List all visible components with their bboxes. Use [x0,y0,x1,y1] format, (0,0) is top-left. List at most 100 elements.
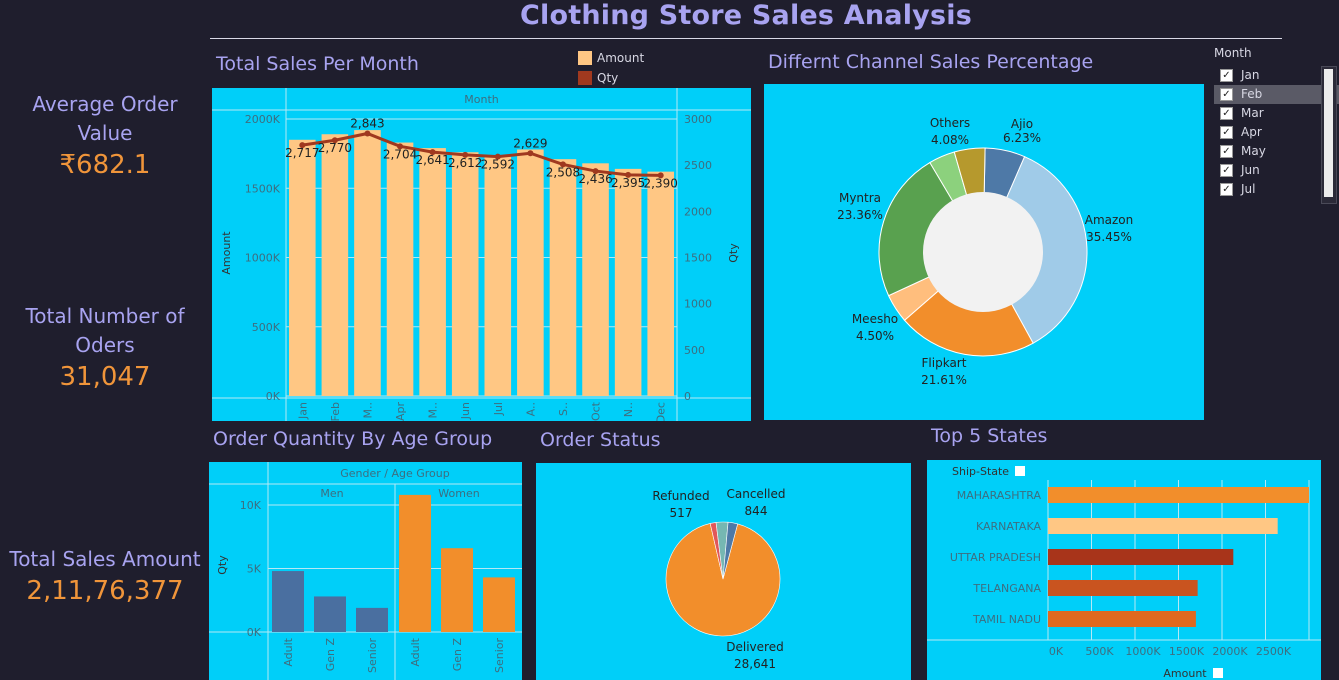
status-slice-value: 844 [745,504,768,518]
state-label: TAMIL NADU [972,613,1041,626]
title-divider [210,38,1282,39]
legend-amount-swatch [578,51,592,65]
status-title: Order Status [540,429,661,451]
age-bar [441,548,473,632]
checkbox[interactable]: ✓ [1220,164,1233,177]
channel-slice-pct: 4.08% [931,133,969,147]
qty-data-label: 2,612 [448,156,482,170]
age-x-tick-label: Adult [282,637,295,666]
month-filter-label: Jul [1241,182,1256,196]
channel-slice-pct: 21.61% [921,373,967,387]
state-bar [1048,549,1234,565]
age-x-tick-label: Senior [366,638,379,674]
age-bar [483,577,515,632]
sort-icon [1213,668,1223,678]
top-states-chart: Ship-State 0K 500K 1000K 1500K 2000K 2500K MAHA… [927,460,1321,680]
channel-slice-label: Flipkart [922,356,967,370]
dashboard-title: Clothing Store Sales Analysis [520,0,972,31]
age-x-tick-label: Gen Z [324,638,337,672]
x-tick-label: S.. [557,402,570,416]
checkbox[interactable]: ✓ [1220,126,1233,139]
age-y-tick-label: 10K [240,499,262,512]
donut-hole [923,192,1043,312]
month-filter-label: Jan [1241,68,1260,82]
qty-point [527,150,534,157]
sort-icon [1015,466,1025,476]
age-x-tick-label: Adult [409,637,422,666]
channel-slice-label: Myntra [839,191,881,205]
age-x-tick-label: Senior [493,638,506,674]
checkbox[interactable]: ✓ [1220,183,1233,196]
channel-slice-pct: 35.45% [1086,230,1132,244]
amount-bar [517,149,544,396]
status-slice-label: Cancelled [727,487,786,501]
month-filter-label: Jun [1241,163,1260,177]
channel-slice-pct: 6.23% [1003,131,1041,145]
age-header: Gender / Age Group [340,467,450,480]
filter-scrollbar[interactable] [1321,66,1337,204]
age-y-tick-label: 0K [247,626,262,639]
channel-slice-label: Amazon [1085,213,1134,227]
checkbox[interactable]: ✓ [1220,69,1233,82]
y2-tick-label: 2500 [684,159,712,172]
amount-bar [419,148,446,396]
x-tick-label: Feb [329,402,342,421]
monthly-sales-chart: Month 0K 500K 1000K 1500K 2000K 0 500 1000 1500 20… [212,88,751,421]
x-tick-label: N.. [622,402,635,417]
age-group-label: Women [438,487,479,500]
states-x-tick-label: 1000K [1125,645,1161,658]
y-tick-label: 2000K [245,113,281,126]
aov-label: Average Order Value [32,92,178,145]
states-title: Top 5 States [931,425,1048,447]
state-bar [1048,487,1309,503]
state-label: UTTAR PRADESH [950,551,1041,564]
age-y-tick-label: 5K [247,563,262,576]
qty-data-label: 2,843 [350,116,384,130]
amount-bar [549,159,577,396]
y2-tick-label: 500 [684,344,705,357]
y2-tick-label: 0 [684,390,691,403]
qty-data-label: 2,717 [285,146,319,160]
amount-bar [484,155,512,396]
orders-label: Total Number of Oders [25,304,185,357]
qty-point [364,130,371,137]
checkbox[interactable]: ✓ [1220,145,1233,158]
channel-slice-pct: 4.50% [856,329,894,343]
qty-data-label: 2,770 [318,141,352,155]
monthly-title: Total Sales Per Month [216,53,419,75]
amount-bar [614,168,642,396]
amount-bar [647,171,674,396]
state-label: KARNATAKA [976,520,1041,533]
checkbox[interactable]: ✓ [1220,88,1233,101]
y2-axis-title: Qty [727,243,740,263]
states-x-tick-label: 2000K [1212,645,1248,658]
status-slice-value: 28,641 [734,657,776,671]
x-tick-label: Jan [296,402,309,420]
filter-scroll-thumb[interactable] [1324,69,1333,197]
qty-data-label: 2,704 [383,147,417,161]
state-label: MAHARASHTRA [957,489,1042,502]
y-tick-label: 500K [252,321,281,334]
x-tick-label: A.. [524,402,537,416]
state-bar [1048,580,1198,596]
aov-value: ₹682.1 [59,150,151,180]
states-header: Ship-State [952,465,1009,478]
x-tick-label: M.. [427,402,440,418]
legend-amount-label: Amount [597,51,645,65]
state-bar [1048,518,1278,534]
month-filter-label: Mar [1241,106,1264,120]
month-filter-label: Apr [1241,125,1262,139]
y2-tick-label: 3000 [684,113,712,126]
month-filter-label: Feb [1241,87,1263,101]
status-slice-value: 517 [670,506,693,520]
qty-data-label: 2,592 [481,158,515,172]
amount-bar [451,152,479,396]
orders-value: 31,047 [59,362,151,392]
checkbox[interactable]: ✓ [1220,107,1233,120]
legend-qty-label: Qty [597,71,619,85]
channel-donut-chart: Ajio6.23% Amazon 35.45% Flipkart 21.61% Meesh… [764,84,1204,420]
sales-label: Total Sales Amount [9,547,201,571]
qty-data-label: 2,390 [644,176,678,190]
y2-tick-label: 2000 [684,205,712,218]
x-tick-label: Oct [590,401,603,421]
